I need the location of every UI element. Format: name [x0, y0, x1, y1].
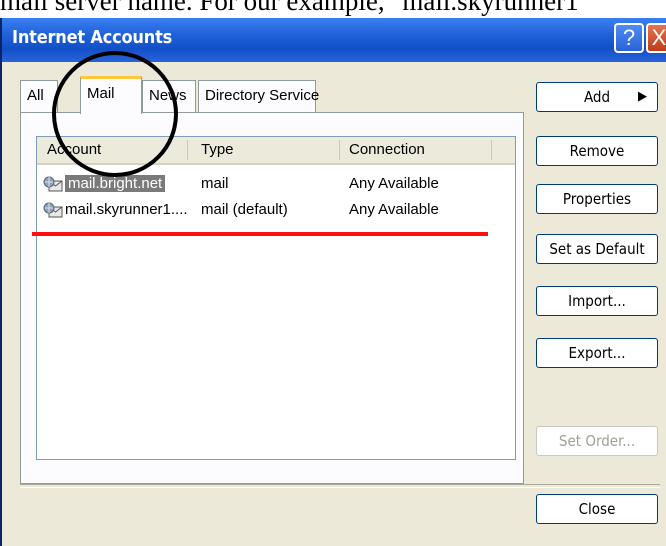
list-header: Account Type Connection: [37, 137, 515, 165]
tab-all-label: All: [27, 87, 44, 104]
mail-account-icon: [43, 202, 63, 218]
divider: [20, 484, 660, 488]
column-connection[interactable]: Connection: [349, 141, 425, 158]
column-divider[interactable]: [339, 140, 340, 160]
add-button-label: Add: [583, 88, 611, 106]
red-underline-annotation: [32, 232, 488, 236]
column-divider[interactable]: [491, 140, 492, 160]
account-type: mail (default): [201, 201, 288, 218]
close-window-button[interactable]: X: [646, 23, 666, 53]
close-button[interactable]: Close: [536, 494, 658, 524]
tab-directory-service[interactable]: Directory Service: [198, 80, 320, 112]
tab-mail[interactable]: Mail: [80, 76, 142, 114]
arrow-right-icon: ▶: [638, 89, 647, 104]
title-bar: Internet Accounts ? X: [2, 18, 666, 62]
account-connection: Any Available: [349, 175, 439, 192]
tab-news-label: News: [149, 87, 187, 104]
tab-all[interactable]: All: [20, 80, 58, 112]
export-button[interactable]: Export...: [536, 338, 658, 368]
tab-mail-label: Mail: [87, 85, 115, 102]
column-divider[interactable]: [187, 140, 188, 160]
help-button[interactable]: ?: [614, 23, 644, 53]
accounts-list[interactable]: Account Type Connection mail.bright.net …: [36, 136, 516, 460]
window-title: Internet Accounts: [12, 27, 173, 48]
account-name: mail.skyrunner1....: [65, 201, 188, 218]
account-name: mail.bright.net: [65, 175, 166, 192]
column-type[interactable]: Type: [201, 141, 234, 158]
account-type: mail: [201, 175, 229, 192]
properties-button[interactable]: Properties: [536, 184, 658, 214]
set-order-button[interactable]: Set Order...: [536, 426, 658, 456]
set-as-default-button[interactable]: Set as Default: [536, 234, 658, 264]
tab-directory-service-label: Directory Service: [205, 87, 320, 104]
add-button[interactable]: Add ▶: [536, 82, 658, 112]
import-button[interactable]: Import...: [536, 286, 658, 316]
caption-text: mail server name. For our example, "mail…: [0, 0, 579, 16]
remove-button[interactable]: Remove: [536, 136, 658, 166]
tab-news[interactable]: News: [142, 80, 196, 112]
account-connection: Any Available: [349, 201, 439, 218]
list-item[interactable]: mail.skyrunner1.... mail (default) Any A…: [37, 199, 515, 221]
list-item[interactable]: mail.bright.net mail Any Available: [37, 173, 515, 195]
column-account[interactable]: Account: [47, 141, 101, 158]
mail-account-icon: [43, 176, 63, 192]
